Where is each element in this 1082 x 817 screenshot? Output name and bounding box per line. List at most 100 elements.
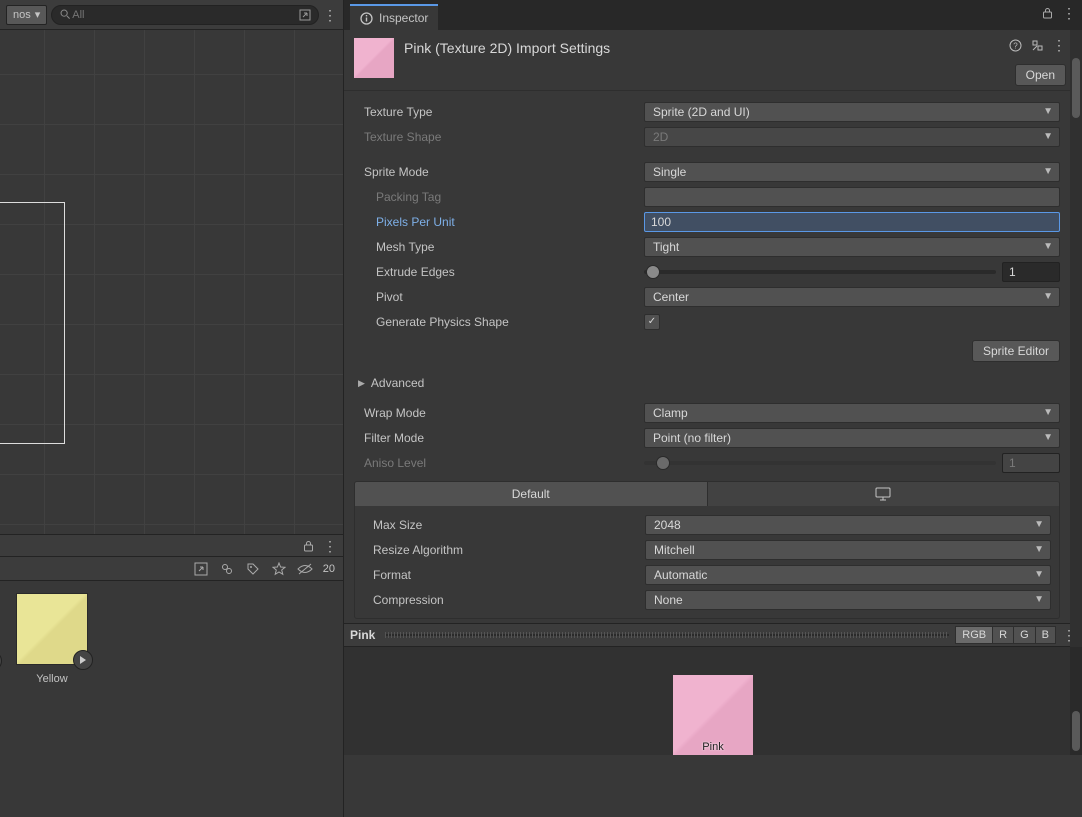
scene-menu-icon[interactable]: ⋮ [323,8,337,22]
panel-menu-icon[interactable]: ⋮ [323,539,337,553]
project-toolbar: 20 [0,557,343,581]
filter-icon[interactable] [219,561,235,577]
row-texture-shape: Texture Shape 2D▼ [354,124,1060,149]
asset-thumbnail-icon [354,38,394,78]
channel-rgb-button[interactable]: RGB [955,626,993,644]
platform-tab-default[interactable]: Default [355,482,707,506]
preview-scrollbar-thumb[interactable] [1072,711,1080,751]
dropdown-resize-algo[interactable]: Mitchell▼ [645,540,1051,560]
label-pixels-per-unit: Pixels Per Unit [354,215,644,229]
inspector-body: Pink (Texture 2D) Import Settings ? ⋮ Op… [344,30,1082,817]
slider-extrude-edges[interactable] [644,270,996,274]
help-icon[interactable]: ? [1008,38,1022,52]
checkbox-generate-physics[interactable] [644,314,660,330]
dropdown-max-size[interactable]: 2048▼ [645,515,1051,535]
preview-name: Pink [350,628,375,642]
input-extrude-edges[interactable] [1002,262,1060,282]
dropdown-mesh-type[interactable]: Tight▼ [644,237,1060,257]
chevron-down-icon: ▼ [1034,569,1044,580]
svg-text:?: ? [1013,41,1018,50]
dropdown-wrap-mode[interactable]: Clamp▼ [644,403,1060,423]
dropdown-pivot[interactable]: Center▼ [644,287,1060,307]
label-resize-algo: Resize Algorithm [363,543,645,557]
foldout-advanced[interactable]: ▶ Advanced [354,372,1060,394]
label-mesh-type: Mesh Type [354,240,644,254]
scene-search-input[interactable] [72,9,298,21]
preview-thumb-label: Pink [702,741,723,753]
advanced-label: Advanced [371,376,424,390]
tab-inspector[interactable]: Inspector [350,4,438,30]
scene-object-rect[interactable] [0,202,65,444]
row-texture-type: Texture Type Sprite (2D and UI)▼ [354,99,1060,124]
expand-search-icon[interactable] [298,8,312,22]
play-badge-icon [73,650,93,670]
label-texture-type: Texture Type [354,105,644,119]
tag-icon[interactable] [245,561,261,577]
component-menu-icon[interactable]: ⋮ [1052,38,1066,52]
label-aniso: Aniso Level [354,456,644,470]
lock-icon[interactable] [301,539,315,553]
hidden-icon[interactable] [297,561,313,577]
chevron-down-icon: ▼ [1043,106,1053,117]
dropdown-format[interactable]: Automatic▼ [645,565,1051,585]
chevron-down-icon: ▼ [1043,407,1053,418]
channel-g-button[interactable]: G [1014,626,1036,644]
row-compression: Compression None▼ [363,587,1051,612]
row-resize-algo: Resize Algorithm Mitchell▼ [363,537,1051,562]
gizmos-label: nos [13,9,31,21]
open-button[interactable]: Open [1015,64,1066,86]
input-pixels-per-unit[interactable] [644,212,1060,232]
label-packing-tag: Packing Tag [354,190,644,204]
gizmos-dropdown[interactable]: nos ▾ [6,5,47,25]
dropdown-texture-type[interactable]: Sprite (2D and UI)▼ [644,102,1060,122]
triangle-right-icon: ▶ [358,378,365,389]
monitor-icon [875,487,891,501]
play-badge-icon [0,651,2,671]
preset-icon[interactable] [1030,38,1044,52]
preview-slider[interactable] [385,634,949,636]
row-generate-physics: Generate Physics Shape [354,309,1060,334]
channel-b-button[interactable]: B [1036,626,1056,644]
panel-menu-icon[interactable]: ⋮ [1062,6,1076,20]
asset-item-yellow[interactable]: Yellow [16,593,88,805]
channel-r-button[interactable]: R [993,626,1014,644]
chevron-down-icon: ▼ [1034,594,1044,605]
asset-label: Yellow [36,673,67,685]
sprite-editor-button[interactable]: Sprite Editor [972,340,1060,362]
expand-icon[interactable] [193,561,209,577]
scene-view[interactable] [0,30,343,535]
label-max-size: Max Size [363,518,645,532]
inspector-panel: Inspector ⋮ Pink (Texture 2D) Import Set… [343,0,1082,817]
slider-handle[interactable] [646,265,660,279]
chevron-down-icon: ▼ [1043,432,1053,443]
left-panel: nos ▾ ⋮ ⋮ [0,0,343,817]
row-sprite-mode: Sprite Mode Single▼ [354,159,1060,184]
platform-tab-standalone[interactable] [707,482,1060,506]
preview-header: Pink RGB R G B ⋮ [344,623,1082,647]
label-generate-physics: Generate Physics Shape [354,315,644,329]
row-aniso: Aniso Level [354,450,1060,475]
preview-texture[interactable]: Pink [673,675,753,755]
chevron-down-icon: ▼ [1034,519,1044,530]
asset-title: Pink (Texture 2D) Import Settings [404,40,610,56]
row-wrap-mode: Wrap Mode Clamp▼ [354,400,1060,425]
dropdown-filter-mode[interactable]: Point (no filter)▼ [644,428,1060,448]
dropdown-sprite-mode[interactable]: Single▼ [644,162,1060,182]
chevron-down-icon: ▼ [1034,544,1044,555]
chevron-down-icon: ▼ [1043,241,1053,252]
label-texture-shape: Texture Shape [354,130,644,144]
scene-search[interactable] [51,5,319,25]
dropdown-compression[interactable]: None▼ [645,590,1051,610]
label-sprite-mode: Sprite Mode [354,165,644,179]
row-packing-tag: Packing Tag [354,184,1060,209]
slider-aniso [644,461,996,465]
project-grid[interactable]: Yellow [0,581,343,817]
star-icon[interactable] [271,561,287,577]
row-filter-mode: Filter Mode Point (no filter)▼ [354,425,1060,450]
preview-scrollbar[interactable] [1070,647,1082,755]
scrollbar[interactable] [1070,30,1082,667]
input-packing-tag[interactable] [644,187,1060,207]
inspector-tab-bar: Inspector ⋮ [344,0,1082,30]
slider-handle [656,456,670,470]
lock-icon[interactable] [1040,6,1054,20]
